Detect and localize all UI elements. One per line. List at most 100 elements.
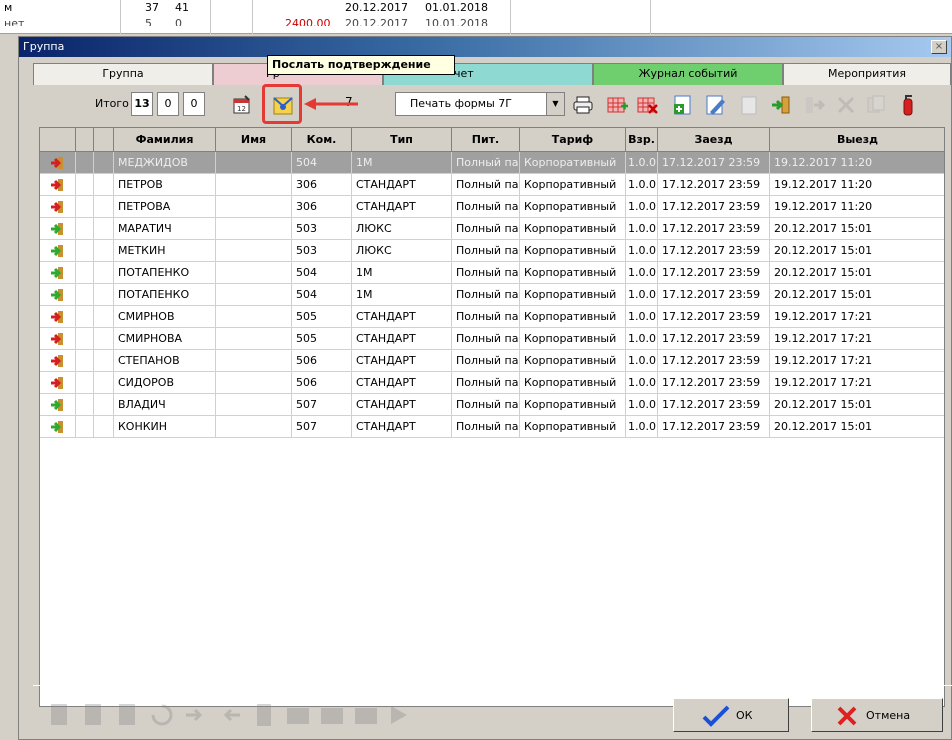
cell-surname: ВЛАДИЧ — [114, 394, 216, 416]
header-arrival-column[interactable]: Заезд — [658, 128, 770, 152]
cell-arrival: 17.12.2017 23:59 — [658, 218, 770, 240]
cell-adults: 1.0.0 — [626, 240, 658, 262]
blank-icon[interactable] — [736, 92, 762, 118]
table-row[interactable]: ПЕТРОВА 306 СТАНДАРТ Полный па Корпоративный… — [40, 196, 944, 218]
cell-surname: СМИРНОВА — [114, 328, 216, 350]
header-tariff-column[interactable]: Тариф — [520, 128, 626, 152]
table-row[interactable]: ПОТАПЕНКО 504 1М Полный па Корпоративный 1.0.… — [40, 262, 944, 284]
tab-group[interactable]: Группа — [33, 63, 213, 85]
cell-surname: СМИРНОВ — [114, 306, 216, 328]
close-button[interactable]: × — [931, 40, 947, 54]
header-marker2-column[interactable] — [94, 128, 114, 152]
door-icon[interactable] — [249, 700, 279, 730]
table-row[interactable]: ВЛАДИЧ 507 СТАНДАРТ Полный па Корпоративный 1… — [40, 394, 944, 416]
checked-out-icon[interactable] — [40, 328, 76, 350]
checked-out-icon[interactable] — [40, 152, 76, 174]
checked-in-icon[interactable] — [40, 262, 76, 284]
checked-out-icon[interactable] — [40, 196, 76, 218]
cell-arrival: 17.12.2017 23:59 — [658, 306, 770, 328]
cell-adults: 1.0.0 — [626, 328, 658, 350]
cell-departure: 19.12.2017 17:21 — [770, 328, 944, 350]
cell-tariff: Корпоративный — [520, 350, 626, 372]
bg-cell: 20.12.2017 — [345, 17, 408, 26]
cell-adults: 1.0.0 — [626, 218, 658, 240]
cancel-button[interactable]: Отмена — [811, 698, 943, 732]
header-surname-column[interactable]: Фамилия — [114, 128, 216, 152]
cell-surname: КОНКИН — [114, 416, 216, 438]
grid-add-icon[interactable] — [604, 92, 630, 118]
table-row[interactable]: СМИРНОВ 505 СТАНДАРТ Полный па Корпоративный… — [40, 306, 944, 328]
highlight-box — [262, 84, 302, 124]
doc-edit-icon[interactable] — [79, 700, 109, 730]
table-row[interactable]: МЕТКИН 503 ЛЮКС Полный па Корпоративный 1.0.0… — [40, 240, 944, 262]
table-row[interactable]: СИДОРОВ 506 СТАНДАРТ Полный па Корпоративный… — [40, 372, 944, 394]
cell-adults: 1.0.0 — [626, 262, 658, 284]
doc-icon[interactable] — [45, 700, 75, 730]
fire-extinguisher-icon[interactable] — [895, 92, 921, 118]
cell-meal: Полный па — [452, 328, 520, 350]
tooltip-send-confirmation: Послать подтверждение — [267, 55, 455, 75]
cell-marker — [76, 284, 94, 306]
table-row[interactable]: ПОТАПЕНКО 504 1М Полный па Корпоративный 1.0.… — [40, 284, 944, 306]
header-marker-column[interactable] — [76, 128, 94, 152]
folder-3-icon[interactable] — [351, 700, 381, 730]
header-name-column[interactable]: Имя — [216, 128, 292, 152]
checkin-icon[interactable] — [768, 92, 794, 118]
cell-meal: Полный па — [452, 416, 520, 438]
cell-marker — [76, 152, 94, 174]
checked-in-icon[interactable] — [40, 394, 76, 416]
folder-icon[interactable] — [283, 700, 313, 730]
copy-icon[interactable] — [863, 92, 889, 118]
table-row[interactable]: СМИРНОВА 505 СТАНДАРТ Полный па Корпоративны… — [40, 328, 944, 350]
header-status-column[interactable] — [40, 128, 76, 152]
grid-delete-icon[interactable] — [634, 92, 660, 118]
checked-out-icon[interactable] — [40, 350, 76, 372]
checked-out-icon[interactable] — [40, 174, 76, 196]
cell-marker — [76, 196, 94, 218]
add-document-icon[interactable] — [670, 92, 696, 118]
printer-icon[interactable] — [570, 92, 596, 118]
calendar-icon[interactable]: 12 — [229, 92, 255, 118]
cell-adults: 1.0.0 — [626, 394, 658, 416]
header-room-column[interactable]: Ком. — [292, 128, 352, 152]
checkmark-icon — [702, 705, 730, 727]
checkout-icon[interactable] — [801, 92, 827, 118]
table-row[interactable]: СТЕПАНОВ 506 СТАНДАРТ Полный па Корпоративны… — [40, 350, 944, 372]
header-meal-column[interactable]: Пит. — [452, 128, 520, 152]
edit-document-icon[interactable] — [702, 92, 728, 118]
cell-room: 504 — [292, 262, 352, 284]
arrow-right-icon[interactable] — [385, 700, 415, 730]
table-row[interactable]: МАРАТИЧ 503 ЛЮКС Полный па Корпоративный 1.0.… — [40, 218, 944, 240]
cell-departure: 19.12.2017 17:21 — [770, 350, 944, 372]
checked-out-icon[interactable] — [40, 306, 76, 328]
bg-row: нет 5 0 2400.00 20.12.2017 10.01.2018 — [0, 16, 952, 26]
checkout-icon[interactable] — [215, 700, 245, 730]
doc-copy-icon[interactable] — [113, 700, 143, 730]
table-row[interactable]: ПЕТРОВ 306 СТАНДАРТ Полный па Корпоративный 1… — [40, 174, 944, 196]
header-departure-column[interactable]: Выезд — [770, 128, 944, 152]
undo-icon[interactable] — [147, 700, 177, 730]
ok-button[interactable]: ОК — [673, 698, 789, 732]
checked-in-icon[interactable] — [40, 240, 76, 262]
table-row[interactable]: МЕДЖИДОВ 504 1М Полный па Корпоративный 1.0.0… — [40, 152, 944, 174]
tab-events[interactable]: Мероприятия — [783, 63, 951, 85]
folder-2-icon[interactable] — [317, 700, 347, 730]
checked-out-icon[interactable] — [40, 372, 76, 394]
header-type-column[interactable]: Тип — [352, 128, 452, 152]
checked-in-icon[interactable] — [40, 284, 76, 306]
checked-in-icon[interactable] — [40, 218, 76, 240]
cancel-icon[interactable] — [833, 92, 859, 118]
cell-surname: СИДОРОВ — [114, 372, 216, 394]
count-2: 0 — [157, 92, 179, 116]
header-adults-column[interactable]: Взр. — [626, 128, 658, 152]
cell-room: 503 — [292, 240, 352, 262]
cell-meal: Полный па — [452, 240, 520, 262]
dialog-titlebar[interactable]: Группа × — [19, 37, 951, 57]
cell-surname: ПЕТРОВА — [114, 196, 216, 218]
table-row[interactable]: КОНКИН 507 СТАНДАРТ Полный па Корпоративный 1… — [40, 416, 944, 438]
checked-in-icon[interactable] — [40, 416, 76, 438]
print-form-select[interactable]: Печать формы 7Г ▼ — [395, 92, 565, 116]
chevron-down-icon[interactable]: ▼ — [546, 93, 564, 115]
checkin-icon[interactable] — [181, 700, 211, 730]
tab-event-log[interactable]: Журнал событий — [593, 63, 783, 85]
